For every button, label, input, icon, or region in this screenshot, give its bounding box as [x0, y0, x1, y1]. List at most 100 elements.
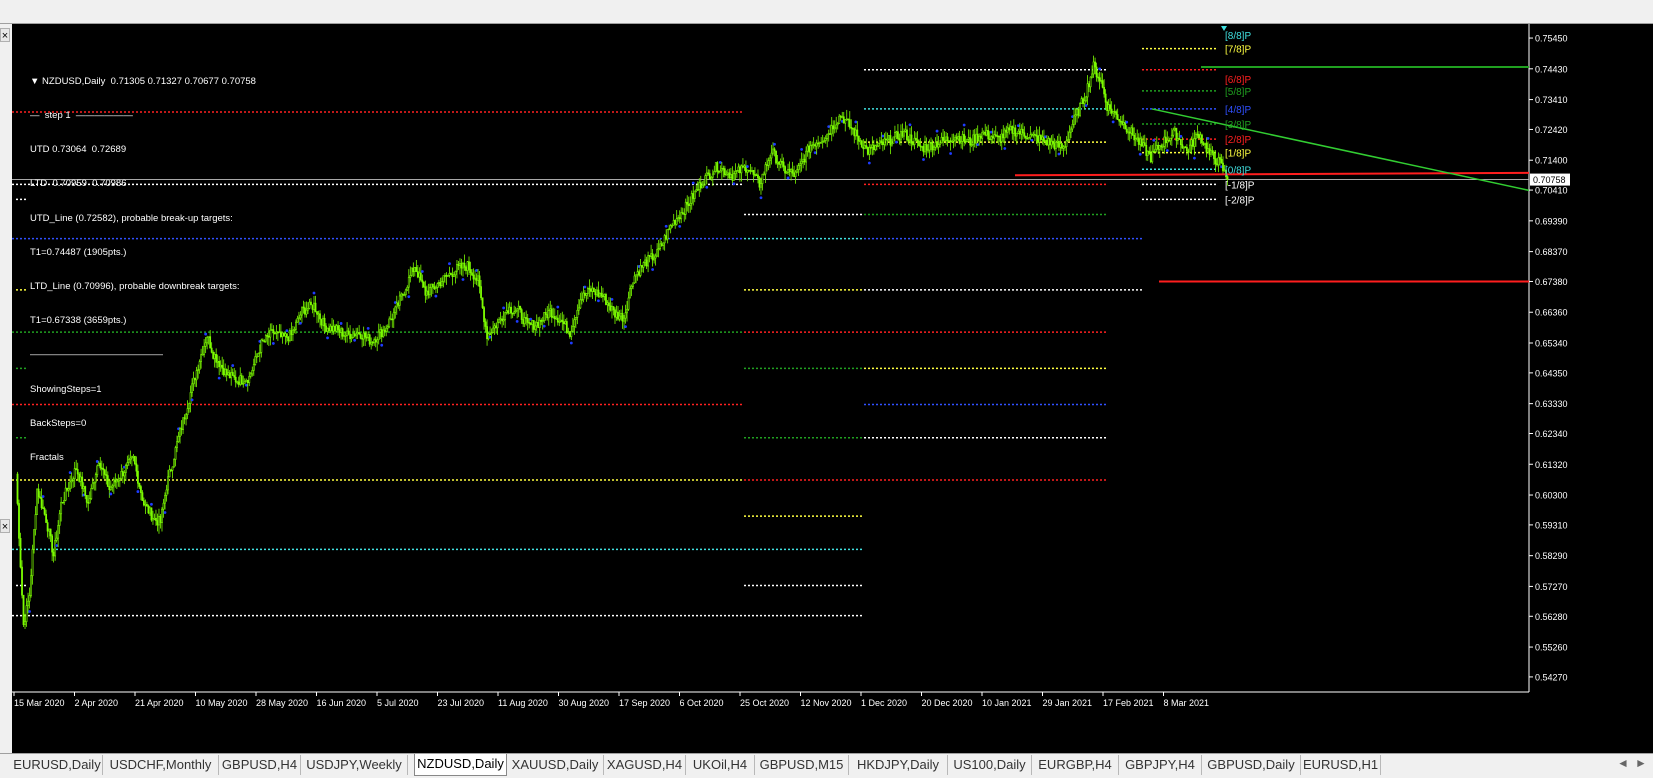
price-tick-label: 0.59310	[1535, 520, 1568, 530]
candle-body	[57, 525, 60, 539]
fractal-marker	[569, 341, 573, 345]
candle-body	[702, 184, 705, 187]
candle-body	[866, 147, 869, 155]
candle-body	[264, 335, 267, 342]
candle-body	[90, 488, 93, 499]
candle-body	[565, 321, 568, 333]
candle-body	[416, 271, 419, 278]
time-tick-label: 28 May 2020	[256, 698, 308, 708]
tab-chart[interactable]: GBPUSD,Daily	[1202, 755, 1301, 775]
candle-body	[907, 139, 910, 142]
candle-body	[561, 319, 564, 323]
candle-body	[1100, 80, 1103, 82]
candle-body	[946, 136, 949, 141]
scroll-left-icon[interactable]: ◄	[1617, 756, 1629, 770]
candle-body	[922, 145, 925, 153]
tab-chart[interactable]: USDJPY,Weekly	[301, 755, 408, 775]
candle-body	[856, 129, 859, 137]
candle-body	[708, 173, 711, 180]
candle-body	[34, 514, 37, 530]
price-chart[interactable]: [8/8]P [7/8]P [6/8]P [5/8]P [4/8]P [3/8]P [2/8…	[12, 24, 1653, 753]
price-tick-label: 0.73410	[1535, 95, 1568, 105]
candle-body	[457, 264, 460, 266]
candle-body	[419, 272, 422, 281]
candle-body	[594, 291, 597, 296]
candle-body	[1202, 142, 1205, 145]
candle-body	[1130, 127, 1133, 134]
candle-body	[445, 274, 448, 277]
candle-body	[743, 165, 746, 168]
candle-body	[880, 140, 883, 143]
candle-body	[579, 299, 582, 309]
candle-body	[1068, 131, 1071, 140]
candle-body	[752, 170, 755, 175]
tab-chart[interactable]: XAGUSD,H4	[604, 755, 686, 775]
candle-body	[716, 162, 719, 172]
candle-body	[302, 306, 305, 309]
candle-body	[877, 142, 880, 147]
candle-body	[258, 352, 261, 354]
candle-body	[556, 317, 559, 323]
indicator-line: UTD_Line (0.72582), probable break-up ta…	[30, 212, 233, 224]
tab-chart[interactable]: UKOil,H4	[686, 755, 755, 775]
close-icon[interactable]: ×	[0, 519, 10, 533]
chart-header: ▼ NZDUSD,Daily 0.71305 0.71327 0.70677 0…	[30, 76, 256, 87]
candle-body	[380, 329, 383, 338]
fractal-marker	[786, 176, 790, 180]
murrey-level-label: [8/8]P	[1225, 31, 1251, 42]
time-tick-label: 23 Jul 2020	[438, 698, 485, 708]
tab-chart[interactable]: GBPJPY,H4	[1119, 755, 1202, 775]
scroll-right-icon[interactable]: ►	[1635, 756, 1647, 770]
tab-chart[interactable]: GBPUSD,H4	[219, 755, 301, 775]
tab-chart[interactable]: EURGBP,H4	[1032, 755, 1119, 775]
candle-body	[1032, 133, 1035, 136]
candle-body	[313, 302, 315, 310]
fractal-marker	[1003, 147, 1007, 150]
candle-body	[751, 170, 753, 172]
tab-chart[interactable]: EURUSD,H1	[1301, 755, 1381, 775]
indicator-line: LTD 0.70959 0.70986	[30, 178, 127, 190]
candle-body	[793, 172, 795, 178]
candle-body	[826, 133, 829, 139]
candle-body	[543, 312, 546, 321]
candle-body	[957, 136, 960, 140]
candle-body	[1109, 104, 1112, 110]
tab-chart[interactable]: XAUUSD,Daily	[507, 755, 604, 775]
candle-body	[1056, 140, 1059, 143]
candle-body	[875, 145, 878, 148]
candle-body	[431, 283, 434, 288]
candle-body	[1006, 127, 1009, 133]
price-tick-label: 0.74430	[1535, 64, 1568, 74]
time-tick-label: 6 Oct 2020	[680, 698, 724, 708]
candle-body	[415, 267, 418, 272]
candle-body	[591, 287, 594, 292]
tab-chart[interactable]: USDCHF,Monthly	[103, 755, 219, 775]
candle-body	[850, 126, 853, 129]
candle-body	[505, 310, 508, 313]
collapse-triangle-icon[interactable]: ▼	[30, 76, 42, 87]
candle-body	[742, 165, 744, 168]
candle-body	[337, 325, 339, 330]
candle-body	[1029, 134, 1032, 139]
close-icon[interactable]: ×	[0, 28, 10, 42]
tab-chart[interactable]: US100,Daily	[948, 755, 1032, 775]
candle-body	[657, 248, 660, 250]
tab-chart[interactable]: GBPUSD,M15	[755, 755, 849, 775]
candle-body	[46, 522, 49, 532]
candle-body	[982, 131, 985, 134]
candle-body	[1091, 73, 1093, 78]
candle-body	[897, 131, 899, 139]
candle-body	[687, 203, 690, 207]
tab-chart[interactable]: HKDJPY,Daily	[849, 755, 948, 775]
candle-body	[1094, 61, 1096, 68]
candle-body	[552, 316, 555, 318]
candle-body	[674, 220, 677, 225]
candle-body	[635, 274, 637, 277]
tab-chart-active[interactable]: NZDUSD,Daily	[414, 754, 507, 776]
candle-body	[441, 281, 443, 287]
candle-body	[802, 158, 805, 162]
fractal-marker	[597, 299, 600, 303]
tab-chart[interactable]: EURUSD,Daily	[12, 755, 103, 775]
candle-body	[433, 286, 436, 289]
candle-body	[279, 331, 282, 337]
